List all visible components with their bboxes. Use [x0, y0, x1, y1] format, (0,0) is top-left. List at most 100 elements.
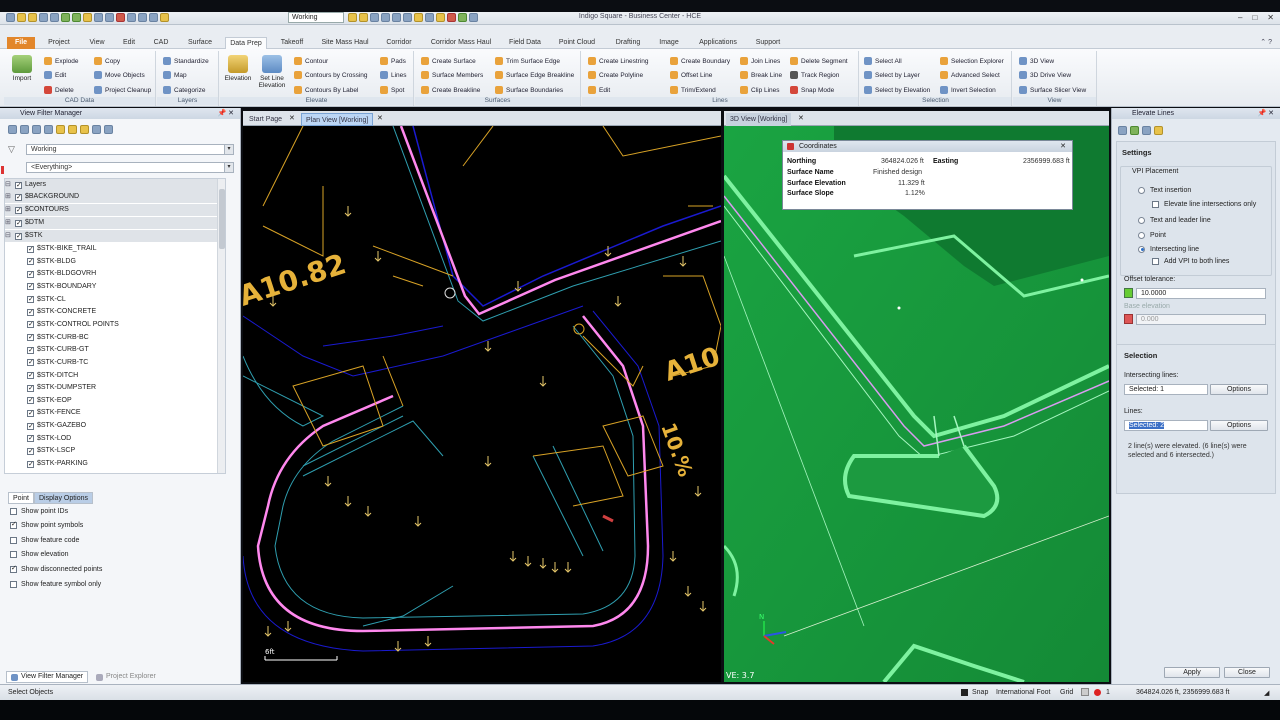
join-lines-button[interactable]: Join Lines	[740, 55, 780, 67]
explode-button[interactable]: Explode	[44, 55, 79, 67]
spot-button[interactable]: Spot	[380, 84, 404, 96]
resize-grip-icon[interactable]: ◢	[1264, 689, 1269, 697]
layer-checkbox[interactable]	[27, 370, 34, 382]
import-button[interactable]: Import	[8, 55, 36, 82]
elevate-tool-1-icon[interactable]	[1118, 126, 1127, 135]
stk-layer-row[interactable]: $STK-DITCH	[27, 370, 78, 382]
tab-cad[interactable]: CAD	[148, 37, 174, 49]
snap-mode-button[interactable]: Snap Mode	[790, 84, 834, 96]
layer-checkbox[interactable]	[27, 446, 34, 458]
edit-button[interactable]: Edit	[44, 69, 66, 81]
filter-tool-7-icon[interactable]	[80, 125, 89, 134]
contours-by-crossing-button[interactable]: Contours by Crossing	[294, 69, 368, 81]
layer-checkbox[interactable]	[27, 281, 34, 293]
move-objects-button[interactable]: Move Objects	[94, 69, 145, 81]
filter-tool-9-icon[interactable]	[104, 125, 113, 134]
option-checkbox[interactable]	[10, 551, 17, 559]
delete-segment-button[interactable]: Delete Segment	[790, 55, 848, 67]
layer-checkbox[interactable]	[28, 471, 34, 473]
trim-surface-edge-button[interactable]: Trim Surface Edge	[495, 55, 560, 67]
elevation-button[interactable]: Elevation	[224, 55, 252, 82]
lines-options-button[interactable]: Options	[1210, 420, 1268, 431]
map-button[interactable]: Map	[163, 69, 187, 81]
snap-toggle[interactable]: Snap	[972, 689, 988, 696]
tab-takeoff[interactable]: Takeoff	[275, 37, 309, 49]
tab-field-data[interactable]: Field Data	[505, 37, 545, 49]
point-option[interactable]: Show feature code	[10, 534, 79, 546]
stk-layer-row[interactable]: $STK-CONTROL POINTS	[27, 319, 119, 331]
trim-extend-button[interactable]: Trim/Extend	[670, 84, 716, 96]
layer-checkbox[interactable]	[27, 319, 34, 331]
tab-start-page[interactable]: Start Page	[245, 113, 286, 126]
stk-layer-row[interactable]: $STK-SILTFNC	[27, 471, 86, 473]
lines-button[interactable]: Lines	[380, 69, 407, 81]
create-polyline-button[interactable]: Create Polyline	[588, 69, 643, 81]
filter-tool-8-icon[interactable]	[92, 125, 101, 134]
tab-file[interactable]: File	[7, 37, 35, 49]
tab-site-mass-haul[interactable]: Site Mass Haul	[317, 37, 373, 49]
surface-slicer-view-button[interactable]: Surface Slicer View	[1019, 84, 1086, 96]
stk-layer-row[interactable]: $STK-BIKE_TRAIL	[27, 243, 97, 256]
option-checkbox[interactable]	[10, 580, 17, 588]
categorize-button[interactable]: Categorize	[163, 84, 205, 96]
standardize-button[interactable]: Standardize	[163, 55, 209, 67]
add-vpi-both-checkbox[interactable]: Add VPI to both lines	[1152, 255, 1229, 267]
surface-edge-breakline-button[interactable]: Surface Edge Breakline	[495, 69, 574, 81]
scrollbar-thumb[interactable]	[219, 189, 225, 249]
elevate-tool-2-icon[interactable]	[1130, 126, 1139, 135]
lines-edit-button[interactable]: Edit	[588, 84, 610, 96]
text-and-leader-radio[interactable]: Text and leader line	[1138, 214, 1211, 226]
stk-layer-row[interactable]: $STK-PARKING	[27, 458, 88, 471]
units-label[interactable]: International Foot	[996, 689, 1050, 696]
ribbon-minimize-icon[interactable]: ⌃ ?	[1260, 38, 1272, 46]
layer-checkbox[interactable]	[27, 307, 34, 319]
tab-data-prep[interactable]: Data Prep	[225, 37, 267, 49]
point-option[interactable]: Show disconnected points	[10, 563, 102, 575]
filter-tool-5-icon[interactable]	[56, 125, 65, 134]
clip-lines-button[interactable]: Clip Lines	[740, 84, 780, 96]
layer-checkbox[interactable]	[27, 269, 34, 281]
set-line-elevation-button[interactable]: Set Line Elevation	[258, 55, 286, 89]
stk-layer-row[interactable]: $STK-BOUNDARY	[27, 281, 96, 293]
close-start-page-icon[interactable]: ✕	[289, 114, 295, 122]
layer-tree-scrollbar[interactable]	[217, 179, 225, 473]
create-surface-button[interactable]: Create Surface	[421, 55, 476, 67]
tab-image[interactable]: Image	[654, 37, 684, 49]
grid-toggle[interactable]: Grid	[1060, 689, 1073, 696]
tab-point[interactable]: Point	[8, 492, 34, 504]
tab-drafting[interactable]: Drafting	[609, 37, 647, 49]
stk-layer-row[interactable]: $STK-LSCP	[27, 445, 75, 458]
layer-row-contours[interactable]: ⊞ $CONTOURS	[5, 204, 225, 217]
project-cleanup-button[interactable]: Project Cleanup	[94, 84, 151, 96]
base-elevation-input[interactable]: 0.000	[1136, 314, 1266, 325]
tab-corridor-mass-haul[interactable]: Corridor Mass Haul	[424, 37, 498, 49]
layers-checkbox[interactable]	[15, 180, 22, 192]
layer-checkbox[interactable]	[27, 244, 34, 256]
intersecting-lines-field[interactable]: Selected: 1	[1124, 384, 1208, 395]
point-option[interactable]: Show point IDs	[10, 505, 68, 517]
select-all-button[interactable]: Select All	[864, 55, 902, 67]
layer-checkbox[interactable]	[27, 256, 34, 268]
close-3d-view-icon[interactable]: ✕	[798, 114, 804, 122]
surface-members-button[interactable]: Surface Members	[421, 69, 483, 81]
tab-3d-view[interactable]: 3D View [Working]	[726, 113, 792, 126]
layer-row-background[interactable]: ⊞ $BACKGROUND	[5, 191, 225, 204]
tab-applications[interactable]: Applications	[694, 37, 742, 49]
create-linestring-button[interactable]: Create Linestring	[588, 55, 649, 67]
filter-tool-6-icon[interactable]	[68, 125, 77, 134]
lines-selection-field[interactable]: Selected: 2	[1124, 420, 1208, 431]
tab-support[interactable]: Support	[751, 37, 785, 49]
text-insertion-radio[interactable]: Text insertion	[1138, 184, 1191, 196]
point-radio[interactable]: Point	[1138, 229, 1166, 241]
option-checkbox[interactable]	[10, 520, 17, 530]
everything-combo[interactable]: <Everything> ▾	[26, 162, 234, 173]
stk-layer-row[interactable]: $STK-GAZEBO	[27, 420, 86, 433]
select-by-layer-button[interactable]: Select by Layer	[864, 69, 920, 81]
contour-button[interactable]: Contour	[294, 55, 328, 67]
tab-point-cloud[interactable]: Point Cloud	[554, 37, 600, 49]
stk-layer-row[interactable]: $STK-CL	[27, 294, 66, 306]
layer-checkbox[interactable]	[27, 408, 34, 420]
layer-checkbox[interactable]	[15, 192, 22, 204]
minimize-button[interactable]: –	[1238, 13, 1242, 22]
filter-combo[interactable]: Working ▾	[26, 144, 234, 155]
